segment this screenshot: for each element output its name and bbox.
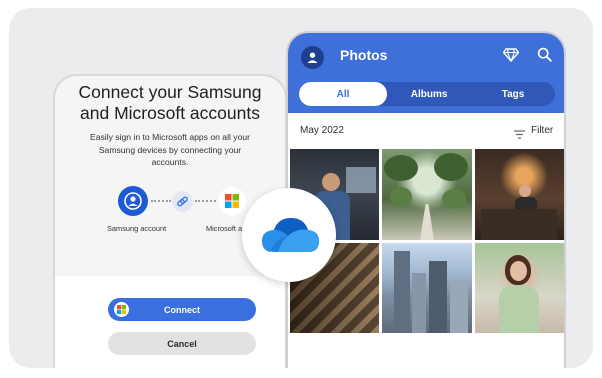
marketing-card: Connect your Samsung and Microsoft accou… <box>9 8 593 368</box>
tab-all[interactable]: All <box>299 82 388 106</box>
samsung-account-icon <box>118 186 148 216</box>
app-title: Photos <box>340 47 388 63</box>
filter-button[interactable]: Filter <box>531 125 553 136</box>
photo-thumbnail[interactable] <box>475 243 564 333</box>
microsoft-logo-icon <box>218 187 246 215</box>
microsoft-account-label: Microsoft a <box>206 224 243 233</box>
connector-dots <box>195 200 216 204</box>
connect-button[interactable]: Connect <box>108 298 256 321</box>
link-icon <box>172 191 193 212</box>
cancel-button-label: Cancel <box>167 338 197 349</box>
tab-albums[interactable]: Albums <box>387 82 471 106</box>
diamond-icon[interactable] <box>502 48 520 67</box>
photo-thumbnail[interactable] <box>475 149 564 240</box>
cancel-button[interactable]: Cancel <box>108 332 256 355</box>
view-tabs: All Albums Tags <box>299 82 555 106</box>
tab-tags[interactable]: Tags <box>471 82 555 106</box>
onedrive-badge <box>242 188 336 282</box>
samsung-account-label: Samsung account <box>107 224 167 233</box>
onedrive-cloud-icon <box>262 218 319 252</box>
connect-description: Easily sign in to Microsoft apps on all … <box>89 132 250 167</box>
date-section-label: May 2022 <box>300 125 344 136</box>
photos-app-screen: Photos All Albums Tags May 2022 Filter <box>286 31 566 368</box>
connect-button-label: Connect <box>164 304 200 315</box>
microsoft-logo-icon <box>114 302 129 317</box>
connector-dots <box>151 200 171 204</box>
avatar-icon[interactable] <box>301 46 324 69</box>
search-icon[interactable] <box>537 47 552 67</box>
photo-thumbnail[interactable] <box>382 149 472 240</box>
filter-icon[interactable] <box>514 126 525 144</box>
photo-thumbnail[interactable] <box>382 243 472 333</box>
connect-title: Connect your Samsung and Microsoft accou… <box>78 82 262 123</box>
